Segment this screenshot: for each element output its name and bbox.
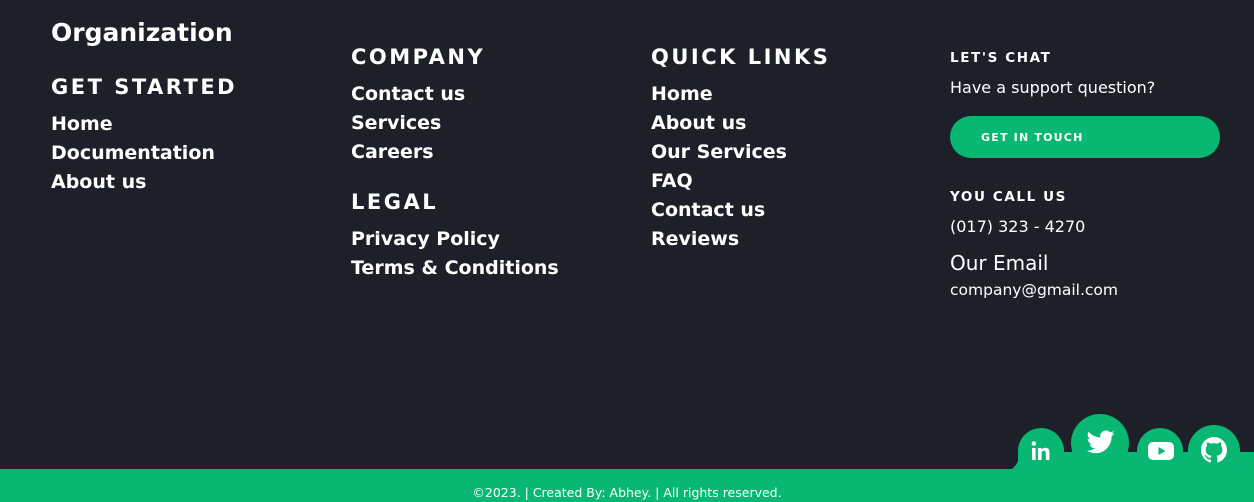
linkedin-icon[interactable] [1030,440,1052,462]
youtube-icon[interactable] [1148,441,1174,461]
quick-link-contact-us[interactable]: Contact us [651,196,787,225]
copyright-text: ©2023. | Created By: Abhey. | All rights… [472,485,782,500]
quick-link-faq[interactable]: FAQ [651,167,787,196]
quick-link-our-services[interactable]: Our Services [651,138,787,167]
call-us-heading: YOU CALL US [950,189,1067,205]
email-address[interactable]: company@gmail.com [950,281,1118,299]
email-heading: Our Email [950,251,1049,275]
company-links: Contact us Services Careers [351,80,465,167]
phone-number[interactable]: (017) 323 - 4270 [950,217,1085,236]
footer-link-contact-us[interactable]: Contact us [351,80,465,109]
quick-link-reviews[interactable]: Reviews [651,225,787,254]
get-started-heading: GET STARTED [51,75,238,99]
get-in-touch-button[interactable]: GET IN TOUCH [950,116,1220,158]
twitter-icon[interactable] [1087,430,1115,454]
support-question-text: Have a support question? [950,78,1156,97]
lets-chat-heading: LET'S CHAT [950,50,1052,66]
footer-bottom-bar: ©2023. | Created By: Abhey. | All rights… [0,469,1254,502]
get-started-links: Home Documentation About us [51,110,215,197]
footer-link-documentation[interactable]: Documentation [51,139,215,168]
footer-link-privacy-policy[interactable]: Privacy Policy [351,225,559,254]
legal-heading: LEGAL [351,190,439,214]
github-icon[interactable] [1201,437,1227,463]
quick-link-about-us[interactable]: About us [651,109,787,138]
brand-title: Organization [51,18,233,47]
quick-link-home[interactable]: Home [651,80,787,109]
company-heading: COMPANY [351,45,486,69]
footer-link-careers[interactable]: Careers [351,138,465,167]
quick-links-list: Home About us Our Services FAQ Contact u… [651,80,787,254]
quick-links-heading: QUICK LINKS [651,45,831,69]
legal-links: Privacy Policy Terms & Conditions [351,225,559,283]
footer-link-about-us[interactable]: About us [51,168,215,197]
footer-link-home[interactable]: Home [51,110,215,139]
footer-link-services[interactable]: Services [351,109,465,138]
footer-link-terms-conditions[interactable]: Terms & Conditions [351,254,559,283]
